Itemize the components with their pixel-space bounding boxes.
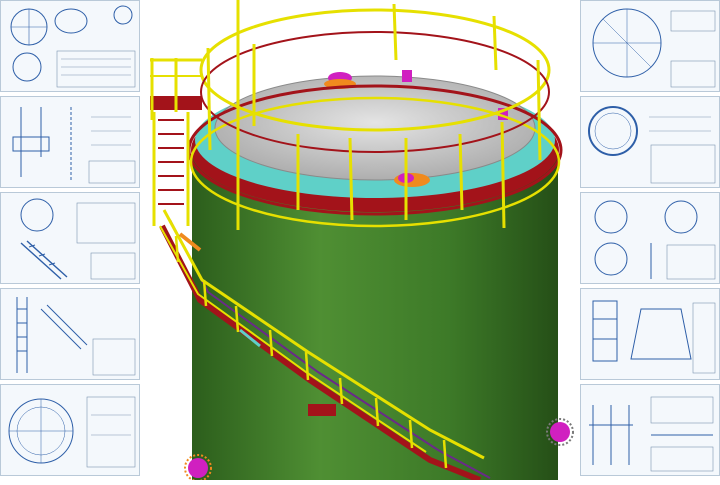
column-detail-drawing xyxy=(12,107,136,184)
drawing-sheet xyxy=(580,288,720,380)
stair-flight-upper xyxy=(152,112,190,226)
roof-plan-drawing xyxy=(8,396,136,468)
drawing-sheet xyxy=(580,0,720,92)
drawing-sheet xyxy=(580,96,720,188)
tank-plan-drawing xyxy=(592,8,716,88)
stair-detail-drawing xyxy=(20,198,136,280)
support-detail-drawing xyxy=(589,396,714,472)
drawing-sheet xyxy=(0,288,140,380)
tank-plan-drawing xyxy=(10,5,136,88)
ladder-detail-drawing xyxy=(16,297,136,376)
drawing-sheet xyxy=(580,192,720,284)
drawing-sheet xyxy=(0,96,140,188)
roof-nozzle xyxy=(402,70,412,82)
drawing-sheet xyxy=(580,384,720,476)
nozzle-detail-drawing xyxy=(594,200,716,280)
tank-3d-render xyxy=(140,0,580,483)
drawing-sheet xyxy=(0,192,140,284)
drawing-sheet xyxy=(0,384,140,476)
tank-illustration xyxy=(150,0,574,483)
tank-roof xyxy=(215,76,535,180)
stair-top-landing xyxy=(150,58,202,120)
left-drawing-sheets xyxy=(0,0,140,480)
right-drawing-sheets xyxy=(580,0,720,480)
platform-detail-drawing xyxy=(592,300,716,374)
ring-detail-drawing xyxy=(588,106,716,184)
drawing-sheet xyxy=(0,0,140,92)
